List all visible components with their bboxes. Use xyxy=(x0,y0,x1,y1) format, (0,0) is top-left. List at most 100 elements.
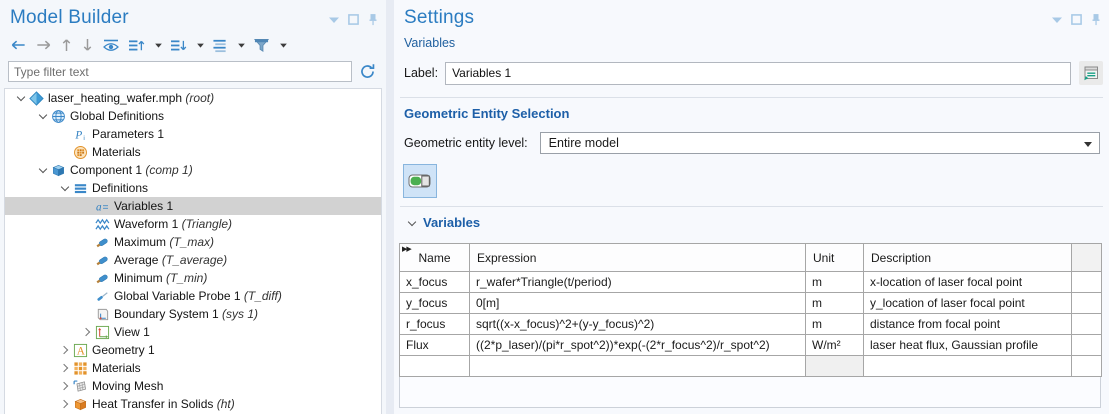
chevron-down-icon[interactable] xyxy=(57,181,72,195)
float-panel-icon[interactable] xyxy=(348,14,359,25)
move-down-arrow-button[interactable] xyxy=(81,36,94,54)
svg-text:i: i xyxy=(83,135,85,142)
cell-description[interactable]: laser heat flux, Gaussian profile xyxy=(864,335,1072,356)
tree-item-materials[interactable]: Materials xyxy=(5,359,381,377)
variables-section-title: Variables xyxy=(423,215,480,230)
dropdown-caret-icon[interactable] xyxy=(280,43,287,48)
filter-funnel-button[interactable] xyxy=(253,36,270,54)
cell-expression[interactable]: 0[m] xyxy=(470,293,806,314)
cell-description[interactable]: x-location of laser focal point xyxy=(864,272,1072,293)
tree-item-geometry-1[interactable]: AGeometry 1 xyxy=(5,341,381,359)
tree-item-laser-heating-wafer-mph-root[interactable]: laser_heating_wafer.mph (root) xyxy=(5,89,381,107)
chevron-right-icon[interactable] xyxy=(79,325,94,339)
parameters-pi-icon: Pi xyxy=(72,126,88,142)
cell-unit[interactable]: m xyxy=(806,314,864,335)
chevron-down-icon[interactable] xyxy=(35,163,50,177)
tree-item-definitions[interactable]: Definitions xyxy=(5,179,381,197)
cell-expression[interactable] xyxy=(470,356,806,377)
cell-name[interactable]: y_focus xyxy=(400,293,470,314)
model-tree-node-text-button[interactable] xyxy=(212,36,228,54)
cell-unit[interactable]: W/m² xyxy=(806,335,864,356)
geometric-entity-level-select[interactable]: Entire model xyxy=(540,132,1100,154)
chevron-right-icon[interactable] xyxy=(57,379,72,393)
forward-arrow-button[interactable] xyxy=(35,36,52,54)
move-rows-icon[interactable]: ▶▶ xyxy=(402,245,411,253)
show-options-button[interactable] xyxy=(1079,61,1103,85)
show-eye-button[interactable] xyxy=(102,36,120,54)
tree-item-view-1[interactable]: View 1 xyxy=(5,323,381,341)
chevron-right-icon[interactable] xyxy=(57,343,72,357)
move-up-arrow-button[interactable] xyxy=(60,36,73,54)
tree-item-materials[interactable]: Materials xyxy=(5,143,381,161)
table-row-y-focus: y_focus0[m]my_location of laser focal po… xyxy=(400,293,1102,314)
tree-item-heat-transfer-in-solids-ht[interactable]: Heat Transfer in Solids (ht) xyxy=(5,395,381,413)
float-panel-icon[interactable] xyxy=(1071,14,1082,25)
variables-table-empty-area[interactable] xyxy=(399,377,1101,408)
tree-item-global-variable-probe-1-t-diff[interactable]: Global Variable Probe 1 (T_diff) xyxy=(5,287,381,305)
col-header-expression[interactable]: Expression xyxy=(470,244,806,272)
pin-panel-icon[interactable] xyxy=(1091,13,1101,26)
dropdown-caret-icon[interactable] xyxy=(238,43,245,48)
cell-name[interactable]: Flux xyxy=(400,335,470,356)
tree-item-label: Boundary System 1 (sys 1) xyxy=(114,307,258,321)
cell-unit[interactable] xyxy=(806,356,864,377)
cell-description[interactable]: distance from focal point xyxy=(864,314,1072,335)
cell-name[interactable]: x_focus xyxy=(400,272,470,293)
dropdown-caret-icon[interactable] xyxy=(197,43,204,48)
filter-input[interactable] xyxy=(8,61,352,82)
geometric-entity-level-label: Geometric entity level: xyxy=(404,136,528,150)
chevron-down-icon[interactable] xyxy=(13,91,28,105)
back-arrow-button[interactable] xyxy=(10,36,27,54)
cell-name[interactable] xyxy=(400,356,470,377)
variables-section-header[interactable]: Variables xyxy=(404,215,480,230)
comsol-window: Model Builder laser_heating_wafer.mph (r… xyxy=(0,0,1109,414)
tree-item-average-t-average[interactable]: Average (T_average) xyxy=(5,251,381,269)
cell-expression[interactable]: sqrt((x-x_focus)^2+(y-y_focus)^2) xyxy=(470,314,806,335)
cell-description[interactable] xyxy=(864,356,1072,377)
variables-table: ▶▶NameExpressionUnitDescription x_focusr… xyxy=(399,243,1102,377)
tree-item-label: laser_heating_wafer.mph (root) xyxy=(48,91,214,105)
panel-menu-icon[interactable] xyxy=(329,17,339,23)
toggle-icon xyxy=(408,173,432,189)
col-header-name[interactable]: ▶▶Name xyxy=(400,244,470,272)
model-builder-toolbar xyxy=(10,35,287,55)
tree-item-maximum-t-max[interactable]: Maximum (T_max) xyxy=(5,233,381,251)
col-header-description[interactable]: Description xyxy=(864,244,1072,272)
move-down-arrow-icon xyxy=(81,37,94,53)
cell-expression[interactable]: r_wafer*Triangle(t/period) xyxy=(470,272,806,293)
cell-name[interactable]: r_focus xyxy=(400,314,470,335)
tree-item-label: Global Definitions xyxy=(70,109,164,123)
tree-item-moving-mesh[interactable]: Moving Mesh xyxy=(5,377,381,395)
collapse-all-button[interactable] xyxy=(170,36,187,54)
cell-expression[interactable]: ((2*p_laser)/(pi*r_spot^2))*exp(-(2*r_fo… xyxy=(470,335,806,356)
chevron-right-icon[interactable] xyxy=(57,397,72,411)
cell-unit[interactable]: m xyxy=(806,272,864,293)
tree-item-global-definitions[interactable]: Global Definitions xyxy=(5,107,381,125)
tree-item-variables-1[interactable]: a=Variables 1 xyxy=(5,197,381,215)
label-input[interactable] xyxy=(445,62,1071,85)
chevron-down-icon[interactable] xyxy=(35,109,50,123)
pin-panel-icon[interactable] xyxy=(368,13,378,26)
col-header-unit[interactable]: Unit xyxy=(806,244,864,272)
cell-unit[interactable]: m xyxy=(806,293,864,314)
waveform-icon xyxy=(94,216,110,232)
cell-description[interactable]: y_location of laser focal point xyxy=(864,293,1072,314)
filter-funnel-icon xyxy=(253,38,270,53)
expand-all-button[interactable] xyxy=(128,36,145,54)
chevron-right-icon[interactable] xyxy=(57,361,72,375)
tree-item-waveform-1-triangle[interactable]: Waveform 1 (Triangle) xyxy=(5,215,381,233)
tree-item-parameters-1[interactable]: PiParameters 1 xyxy=(5,125,381,143)
active-toggle-button[interactable] xyxy=(403,164,437,198)
tree-item-minimum-t-min[interactable]: Minimum (T_min) xyxy=(5,269,381,287)
expand-all-icon xyxy=(128,38,145,53)
panel-menu-icon[interactable] xyxy=(1052,17,1062,23)
refresh-icon[interactable] xyxy=(356,62,378,82)
collapse-all-icon xyxy=(170,38,187,53)
dropdown-caret-icon[interactable] xyxy=(155,43,162,48)
materials-grid-icon xyxy=(72,360,88,376)
label-row: Label: xyxy=(404,61,1103,85)
tree-item-component-1-comp-1[interactable]: Component 1 (comp 1) xyxy=(5,161,381,179)
global-probe-icon xyxy=(94,288,110,304)
tree-item-label: Component 1 (comp 1) xyxy=(70,163,193,177)
tree-item-boundary-system-1-sys-1[interactable]: Boundary System 1 (sys 1) xyxy=(5,305,381,323)
